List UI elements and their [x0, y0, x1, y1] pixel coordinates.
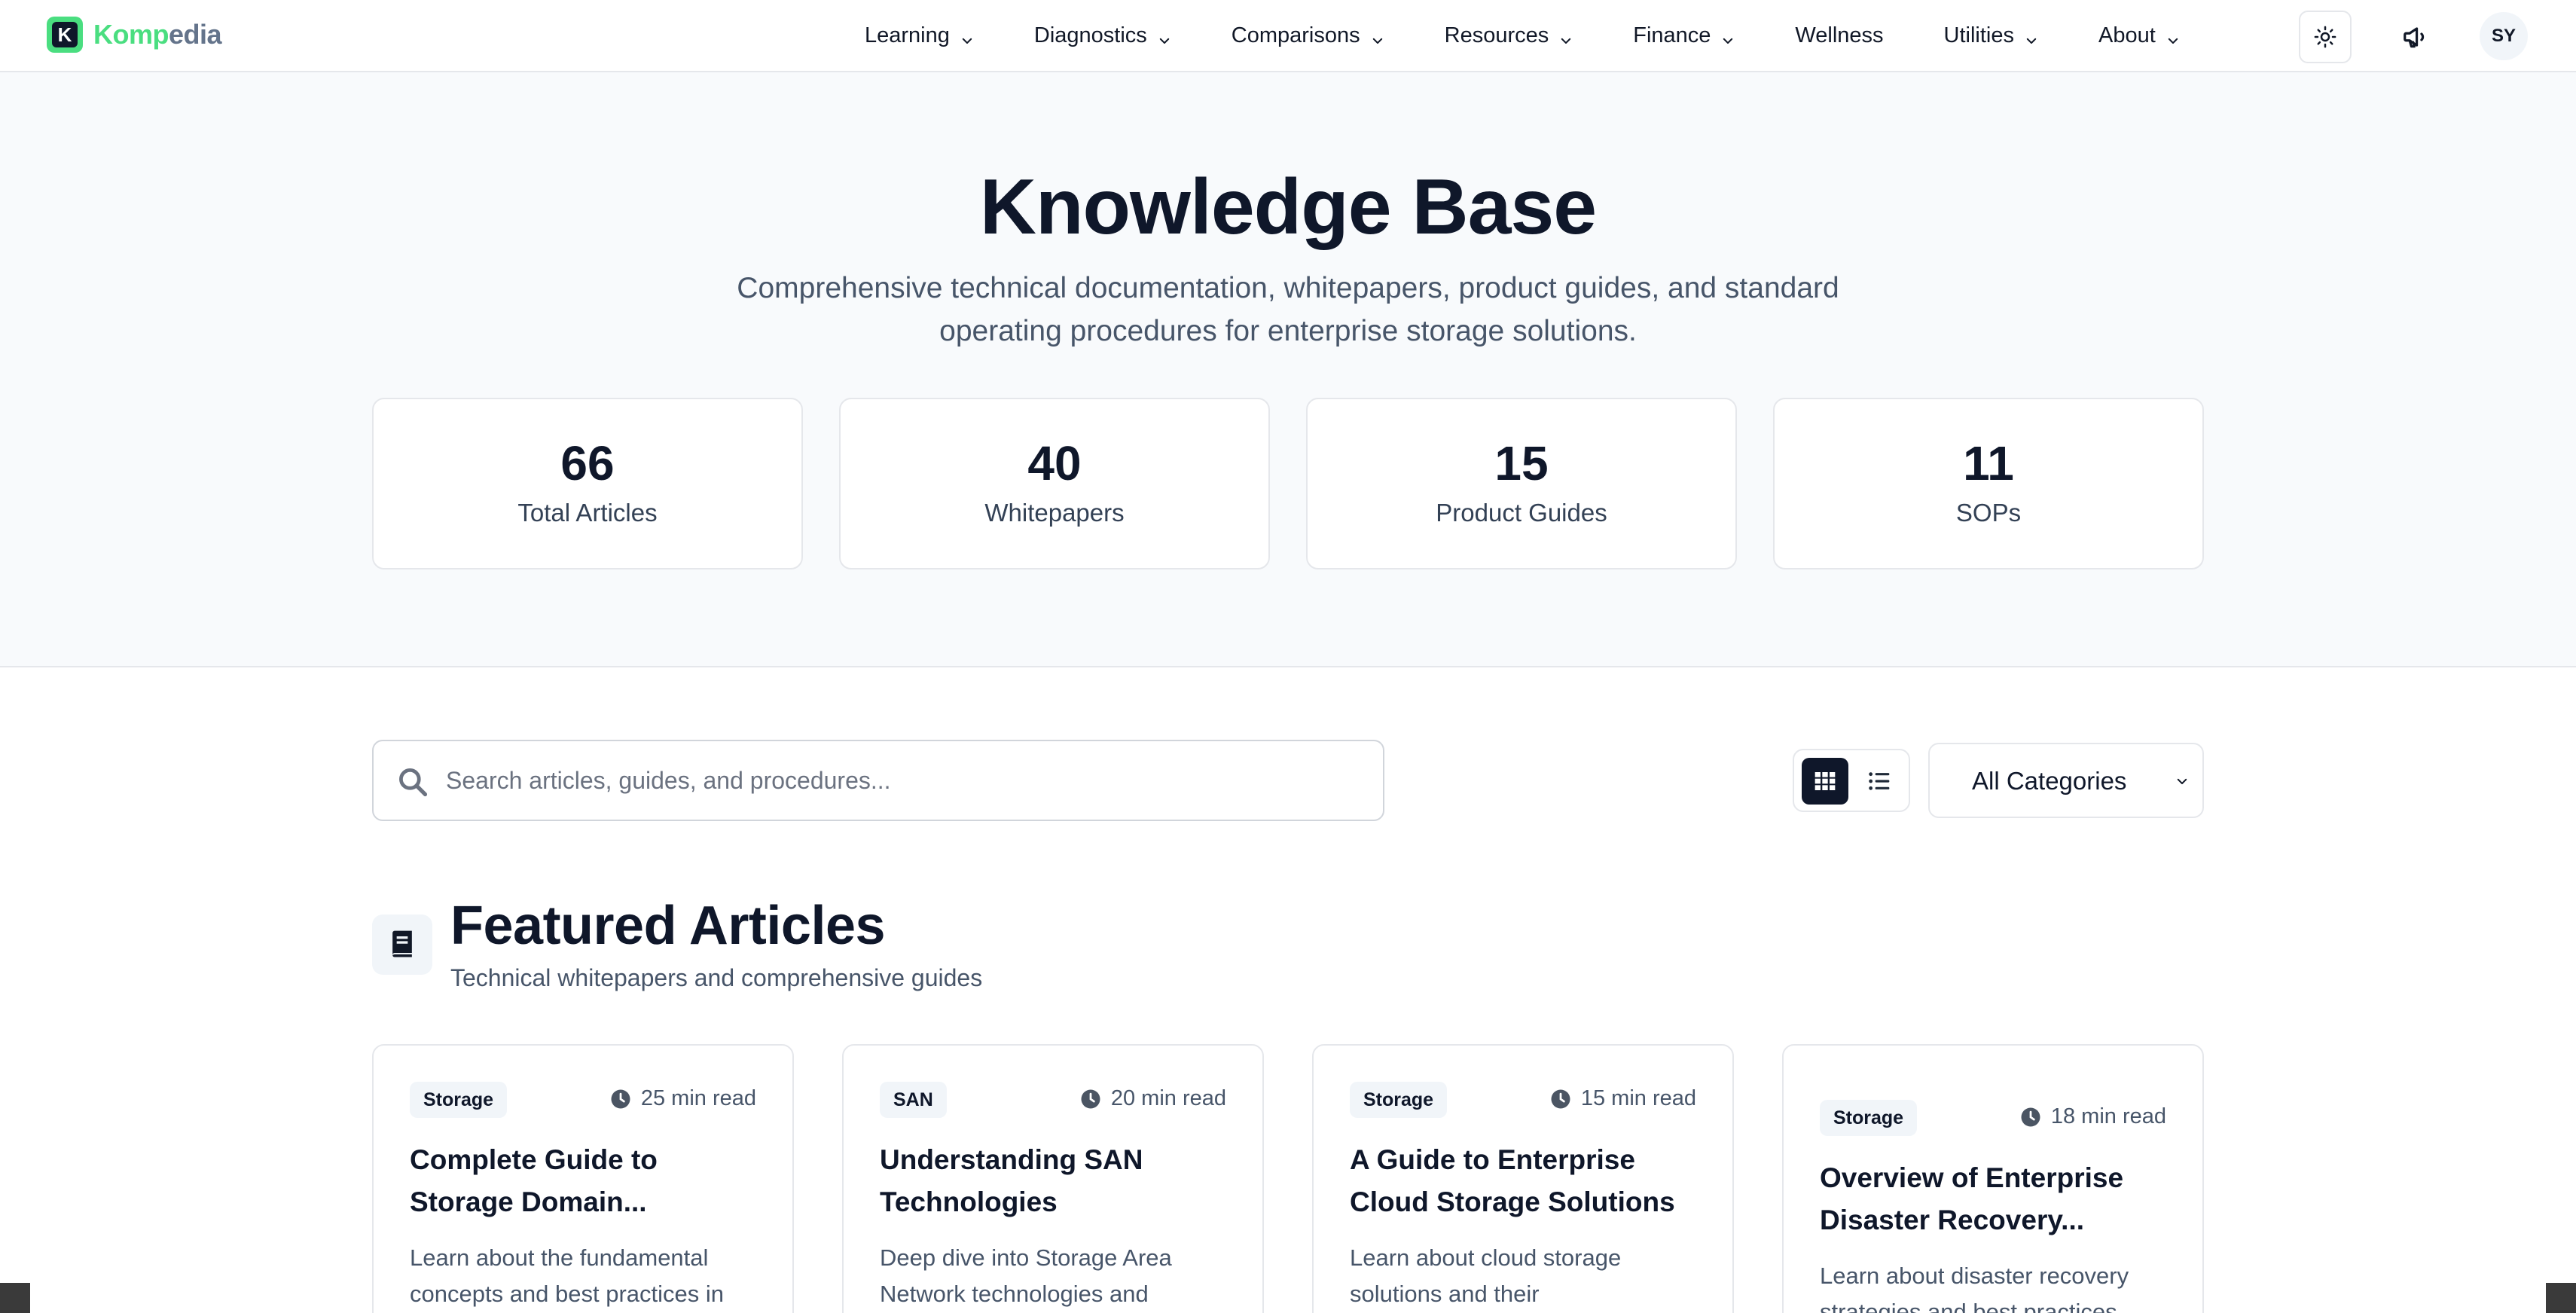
- clock-icon: [1551, 1089, 1570, 1108]
- stat-label: Whitepapers: [984, 499, 1125, 527]
- read-time-text: 18 min read: [2050, 1104, 2166, 1128]
- read-time: 18 min read: [2019, 1104, 2166, 1129]
- nav-item-label: Utilities: [1943, 23, 2015, 47]
- megaphone-icon: [2404, 27, 2425, 48]
- chevron-down-icon: [2025, 29, 2038, 44]
- nav-item-utilities[interactable]: Utilities: [1944, 23, 2038, 48]
- nav-item-label: About: [2098, 23, 2156, 47]
- article-card[interactable]: SAN 20 min read Understanding SAN Techno…: [842, 1044, 1264, 1313]
- article-card[interactable]: Storage 25 min read Complete Guide to St…: [372, 1044, 794, 1313]
- nav-item-comparisons[interactable]: Comparisons: [1232, 23, 1384, 48]
- chevron-down-icon: [960, 29, 974, 44]
- announcements-button[interactable]: [2389, 11, 2442, 63]
- stat-value: 15: [1494, 436, 1549, 490]
- window-corner-left: [0, 1283, 30, 1313]
- main-menu: Learning Diagnostics Comparisons Resourc…: [865, 0, 2240, 71]
- article-title[interactable]: Understanding SAN Technologies: [880, 1139, 1234, 1223]
- read-time-text: 20 min read: [1110, 1086, 1226, 1110]
- chevron-down-icon: [2175, 774, 2189, 788]
- stat-label: Product Guides: [1436, 499, 1607, 527]
- stat-card-total-articles: 66 Total Articles: [372, 398, 803, 569]
- hero-section: Knowledge Base Comprehensive technical d…: [0, 72, 2576, 667]
- clock-icon: [2021, 1107, 2040, 1126]
- page-title: Knowledge Base: [979, 163, 1597, 251]
- list-view-button[interactable]: [1856, 758, 1903, 805]
- brand-logo[interactable]: K Kompedia: [47, 17, 222, 53]
- theme-toggle-button[interactable]: [2299, 11, 2352, 63]
- category-badge: Storage: [1820, 1100, 1918, 1136]
- stat-label: SOPs: [1955, 499, 2022, 527]
- stats-row: 66 Total Articles 40 Whitepapers 15 Prod…: [372, 398, 2204, 569]
- category-badge: Storage: [1350, 1082, 1448, 1118]
- nav-item-learning[interactable]: Learning: [865, 23, 974, 48]
- chevron-down-icon: [1721, 29, 1735, 44]
- article-description: Learn about the fundamental concepts and…: [410, 1244, 725, 1307]
- nav-item-label: Wellness: [1795, 23, 1884, 47]
- article-card[interactable]: Storage 15 min read A Guide to Enterpris…: [1312, 1044, 1734, 1313]
- article-description: Learn about cloud storage solutions and …: [1350, 1244, 1622, 1307]
- article-title[interactable]: A Guide to Enterprise Cloud Storage Solu…: [1350, 1139, 1704, 1223]
- book-icon: [392, 930, 412, 957]
- nav-item-finance[interactable]: Finance: [1633, 23, 1735, 48]
- category-select-value: All Categories: [1972, 767, 2127, 795]
- stat-card-sops: 11 SOPs: [1773, 398, 2204, 569]
- search-icon: [399, 768, 428, 797]
- view-mode-toggle: [1793, 749, 1910, 812]
- nav-item-wellness[interactable]: Wellness: [1795, 23, 1883, 48]
- stat-card-whitepapers: 40 Whitepapers: [839, 398, 1270, 569]
- logo-letter: K: [52, 22, 78, 47]
- article-description: Learn about disaster recovery strategies…: [1820, 1263, 2129, 1313]
- stat-value: 40: [1027, 436, 1082, 490]
- article-title[interactable]: Complete Guide to Storage Domain...: [410, 1139, 764, 1223]
- sun-icon: [2314, 26, 2336, 48]
- brand-name-part1: Komp: [93, 19, 169, 50]
- nav-item-diagnostics[interactable]: Diagnostics: [1034, 23, 1171, 48]
- category-badge: Storage: [410, 1082, 508, 1118]
- nav-item-label: Comparisons: [1231, 23, 1360, 47]
- section-title: Featured Articles: [450, 896, 886, 956]
- nav-item-resources[interactable]: Resources: [1445, 23, 1573, 48]
- read-time-text: 15 min read: [1580, 1086, 1696, 1110]
- page: K Kompedia Learning Diagnostics Comparis…: [0, 0, 2576, 1313]
- nav-item-about[interactable]: About: [2098, 23, 2180, 48]
- list-icon: [1869, 772, 1890, 790]
- read-time: 25 min read: [609, 1086, 756, 1111]
- search-box[interactable]: [372, 740, 1384, 821]
- stat-card-product-guides: 15 Product Guides: [1306, 398, 1737, 569]
- search-input[interactable]: [446, 741, 1365, 820]
- user-avatar[interactable]: SY: [2480, 12, 2528, 60]
- chevron-down-icon: [2166, 29, 2180, 44]
- grid-icon: [1814, 772, 1836, 790]
- window-corner-right: [2546, 1283, 2576, 1313]
- brand-name: Kompedia: [93, 19, 222, 50]
- nav-item-label: Diagnostics: [1033, 23, 1147, 47]
- chevron-down-icon: [1559, 29, 1573, 44]
- category-select[interactable]: All Categories: [1928, 743, 2204, 818]
- chevron-down-icon: [1158, 29, 1171, 44]
- read-time: 15 min read: [1549, 1086, 1696, 1111]
- logo-icon: K: [47, 17, 83, 53]
- stat-value: 11: [1963, 436, 2014, 490]
- article-description: Deep dive into Storage Area Network tech…: [880, 1244, 1172, 1307]
- top-navbar: K Kompedia Learning Diagnostics Comparis…: [0, 0, 2576, 72]
- brand-name-part2: edia: [169, 19, 222, 50]
- section-subtitle: Technical whitepapers and comprehensive …: [450, 964, 983, 991]
- clock-icon: [611, 1089, 630, 1108]
- read-time: 20 min read: [1079, 1086, 1226, 1111]
- stat-value: 66: [560, 436, 615, 490]
- article-title[interactable]: Overview of Enterprise Disaster Recovery…: [1820, 1157, 2174, 1241]
- book-icon-tile: [372, 915, 432, 975]
- page-subtitle: Comprehensive technical documentation, w…: [737, 272, 1839, 347]
- grid-view-button[interactable]: [1802, 758, 1848, 805]
- category-badge: SAN: [880, 1082, 947, 1118]
- clock-icon: [1081, 1089, 1100, 1108]
- read-time-text: 25 min read: [640, 1086, 756, 1110]
- nav-item-label: Learning: [865, 23, 950, 47]
- chevron-down-icon: [1371, 29, 1384, 44]
- nav-item-label: Resources: [1444, 23, 1549, 47]
- stat-label: Total Articles: [517, 499, 658, 527]
- nav-item-label: Finance: [1633, 23, 1711, 47]
- article-card[interactable]: Storage 18 min read Overview of Enterpri…: [1782, 1044, 2204, 1313]
